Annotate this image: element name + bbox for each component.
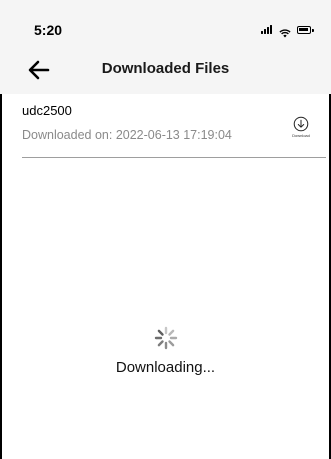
spinner-icon: [154, 326, 177, 350]
file-name: udc2500: [22, 103, 72, 118]
download-label: Download: [292, 133, 310, 138]
wifi-icon: [279, 25, 291, 38]
signal-icon: [261, 25, 272, 34]
status-icons: [261, 25, 314, 38]
app-header: Downloaded Files: [0, 46, 331, 94]
download-icon: [293, 116, 309, 132]
file-downloaded-date: Downloaded on: 2022-06-13 17:19:04: [22, 128, 232, 142]
loading-indicator: Downloading...: [0, 325, 331, 376]
list-item[interactable]: udc2500 Downloaded on: 2022-06-13 17:19:…: [22, 94, 326, 158]
page-title: Downloaded Files: [101, 60, 230, 77]
download-button[interactable]: Download: [286, 116, 316, 142]
loading-text: Downloading...: [115, 359, 216, 376]
status-time: 5:20: [34, 22, 63, 38]
battery-icon: [297, 26, 314, 34]
status-bar: 5:20: [0, 0, 331, 46]
